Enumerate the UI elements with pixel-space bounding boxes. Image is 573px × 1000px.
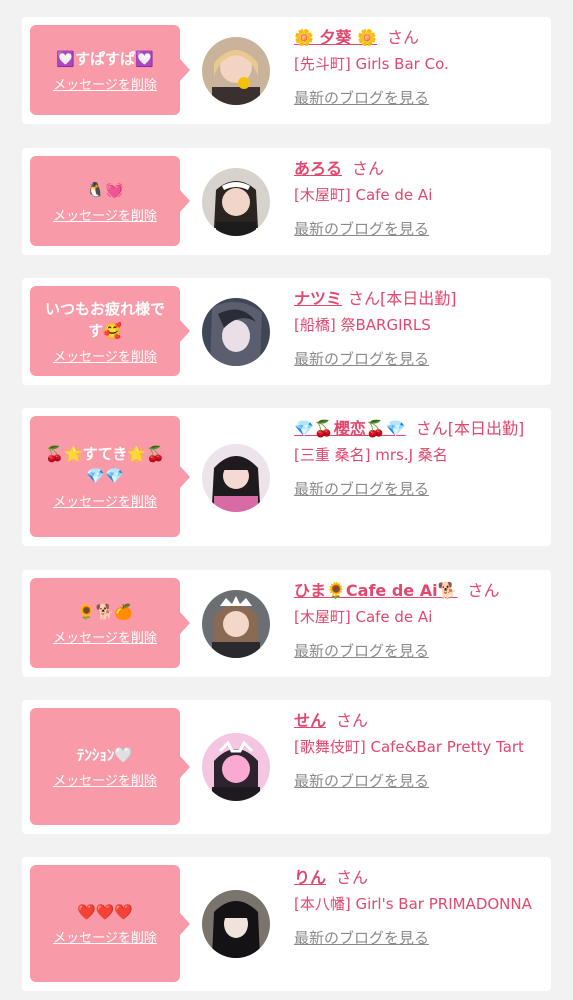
latest-blog-link[interactable]: 最新のブログを見る (294, 640, 544, 662)
avatar[interactable] (202, 890, 270, 958)
message-bubble: 🐧💓 メッセージを削除 (30, 156, 190, 246)
avatar[interactable] (202, 733, 270, 801)
delete-message-link[interactable]: メッセージを削除 (53, 491, 157, 510)
message-text: 🍒🌟すてき🌟🍒💎💎 (45, 445, 165, 485)
delete-message-link[interactable]: メッセージを削除 (53, 74, 157, 93)
message-text: 💟すぱすぱ💟 (56, 49, 154, 68)
message-text: 🐧💓 (86, 180, 124, 199)
list-item: 🍒🌟すてき🌟🍒💎💎 メッセージを削除 💎🍒櫻恋🍒💎 さん[本日出勤] [三重 桑名… (22, 408, 551, 546)
shop-label: [歌舞伎町] Cafe&Bar Pretty Tart (294, 738, 524, 756)
avatar[interactable] (202, 168, 270, 236)
user-name-link[interactable]: ナツミ (294, 289, 342, 308)
latest-blog-link[interactable]: 最新のブログを見る (294, 218, 544, 240)
message-bubble: いつもお疲れ様です🥰 メッセージを削除 (30, 286, 190, 376)
delete-message-link[interactable]: メッセージを削除 (53, 770, 157, 789)
latest-blog-link[interactable]: 最新のブログを見る (294, 87, 544, 109)
user-name-link[interactable]: あろる (294, 159, 342, 178)
latest-blog-link[interactable]: 最新のブログを見る (294, 348, 544, 370)
message-list: 💟すぱすぱ💟 メッセージを削除 🌼 夕葵 🌼 さん [先斗町] Girls Bar… (0, 0, 573, 1000)
user-name-link[interactable]: りん (294, 868, 326, 887)
message-bubble: 💟すぱすぱ💟 メッセージを削除 (30, 25, 190, 115)
message-text: ﾃﾝｼｮﾝ🤍 (76, 746, 134, 764)
name-suffix: さん (467, 581, 500, 600)
list-item: 💟すぱすぱ💟 メッセージを削除 🌼 夕葵 🌼 さん [先斗町] Girls Bar… (22, 17, 551, 124)
shop-label: [木屋町] Cafe de Ai (294, 608, 433, 626)
user-name-link[interactable]: せん (294, 711, 326, 730)
name-suffix: さん[本日出勤] (348, 289, 457, 308)
list-item: 🌻🐕🍊 メッセージを削除 ひま🌻Cafe de Ai🐕 さん [木屋町] Cafe… (22, 570, 551, 677)
user-name-link[interactable]: 💎🍒櫻恋🍒💎 (294, 419, 406, 438)
delete-message-link[interactable]: メッセージを削除 (53, 205, 157, 224)
name-suffix: さん (387, 28, 420, 47)
user-name-link[interactable]: ひま🌻Cafe de Ai🐕 (294, 581, 458, 600)
list-item: ﾃﾝｼｮﾝ🤍 メッセージを削除 せん さん [歌舞伎町] Cafe&Bar Pre… (22, 700, 551, 834)
latest-blog-link[interactable]: 最新のブログを見る (294, 927, 544, 949)
user-name-link[interactable]: 🌼 夕葵 🌼 (294, 28, 377, 47)
shop-label: [船橋] 祭BARGIRLS (294, 316, 431, 334)
shop-label: [先斗町] Girls Bar Co. (294, 55, 449, 73)
list-item: いつもお疲れ様です🥰 メッセージを削除 ナツミ さん[本日出勤] [船橋] 祭BA… (22, 278, 551, 385)
avatar[interactable] (202, 298, 270, 366)
avatar[interactable] (202, 37, 270, 105)
delete-message-link[interactable]: メッセージを削除 (53, 346, 157, 365)
shop-label: [三重 桑名] mrs.J 桑名 (294, 446, 448, 464)
message-bubble: 🌻🐕🍊 メッセージを削除 (30, 578, 190, 668)
message-text: 🌻🐕🍊 (76, 602, 134, 621)
name-suffix: さん[本日出勤] (415, 419, 525, 438)
message-text: いつもお疲れ様です🥰 (44, 299, 165, 340)
list-item: ❤️❤️❤️ メッセージを削除 りん さん [本八幡] Girl's Bar PR… (22, 857, 551, 991)
delete-message-link[interactable]: メッセージを削除 (53, 927, 157, 946)
shop-label: [木屋町] Cafe de Ai (294, 186, 433, 204)
message-bubble: ﾃﾝｼｮﾝ🤍 メッセージを削除 (30, 708, 190, 825)
list-item: 🐧💓 メッセージを削除 あろる さん [木屋町] Cafe de Ai 最新のブロ… (22, 148, 551, 255)
message-text: ❤️❤️❤️ (76, 903, 134, 921)
avatar[interactable] (202, 444, 270, 512)
delete-message-link[interactable]: メッセージを削除 (53, 627, 157, 646)
latest-blog-link[interactable]: 最新のブログを見る (294, 478, 544, 500)
message-bubble: 🍒🌟すてき🌟🍒💎💎 メッセージを削除 (30, 416, 190, 537)
name-suffix: さん (352, 159, 385, 178)
name-suffix: さん (336, 868, 369, 887)
name-suffix: さん (336, 711, 369, 730)
shop-label: [本八幡] Girl's Bar PRIMADONNA (294, 895, 532, 913)
latest-blog-link[interactable]: 最新のブログを見る (294, 770, 544, 792)
avatar[interactable] (202, 590, 270, 658)
message-bubble: ❤️❤️❤️ メッセージを削除 (30, 865, 190, 982)
